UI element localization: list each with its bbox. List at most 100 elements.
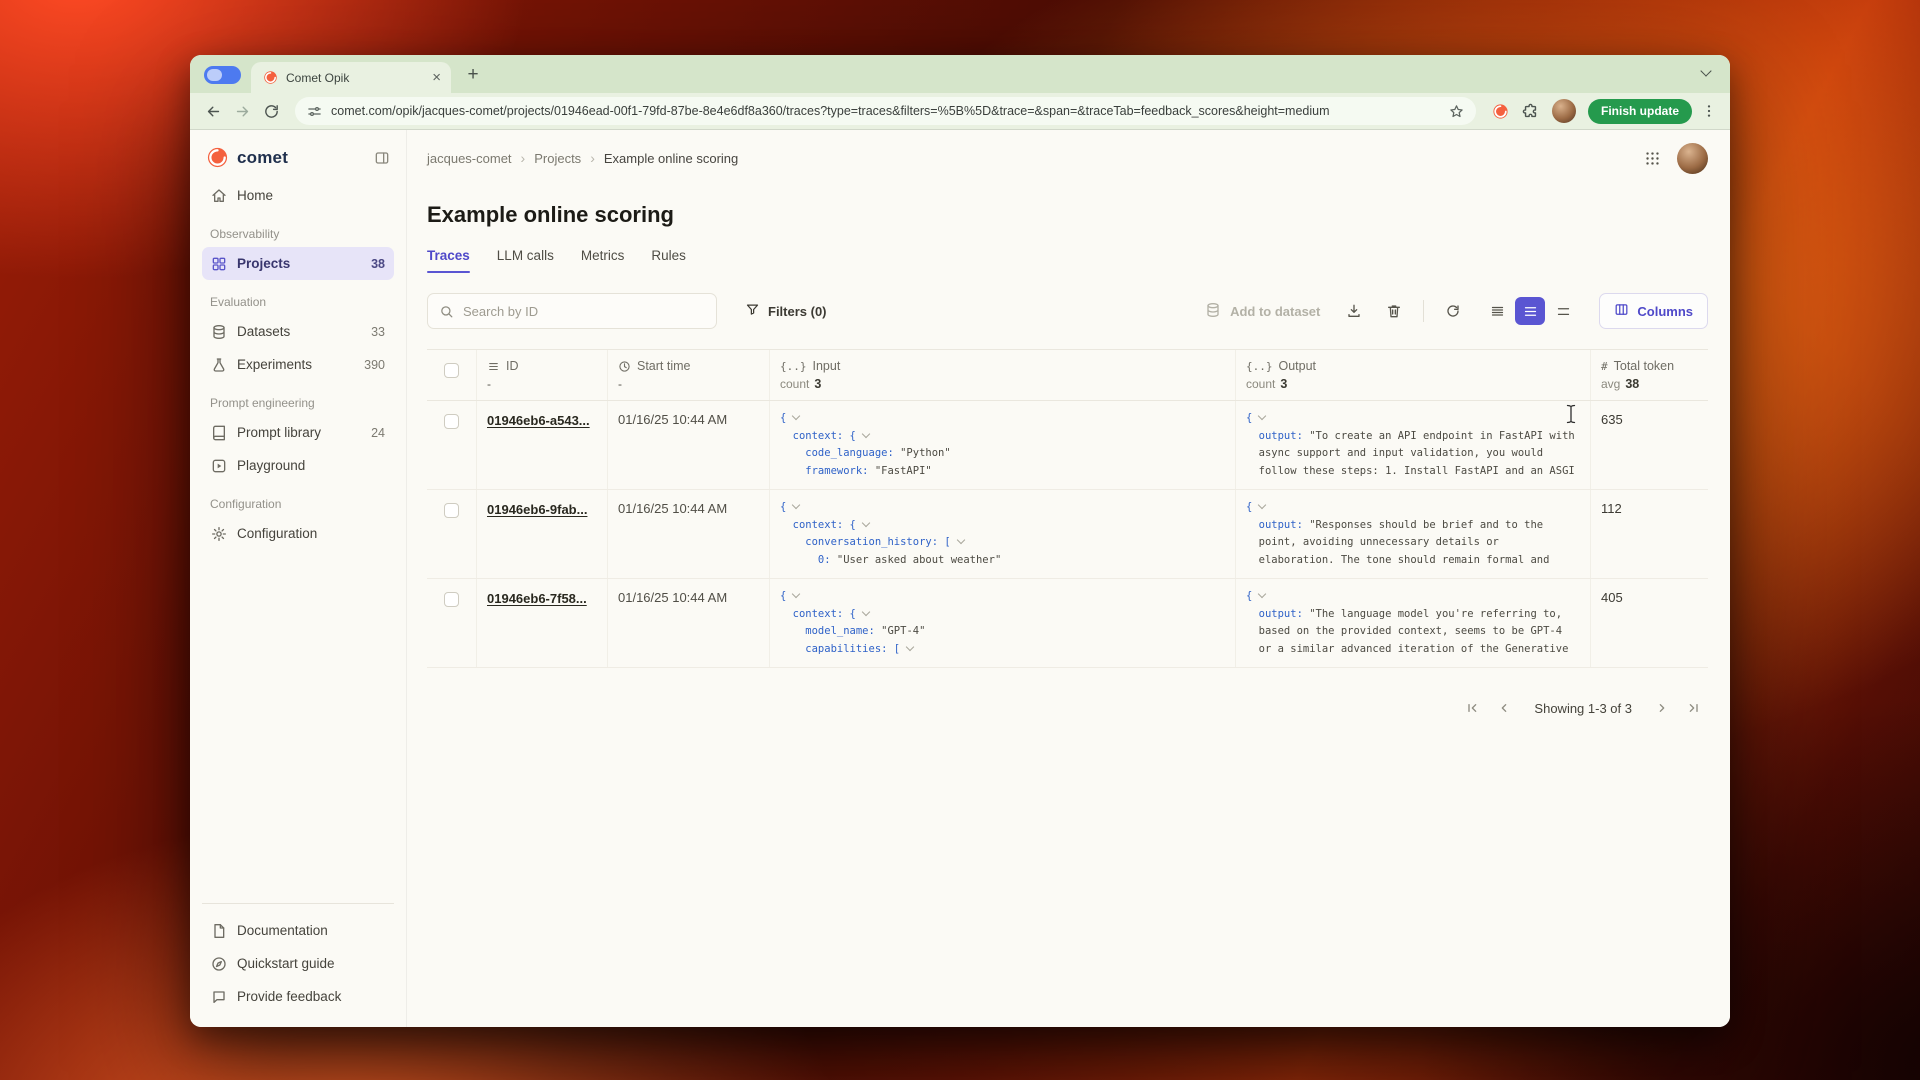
column-header-output[interactable]: {..}Output count3 bbox=[1236, 350, 1591, 400]
breadcrumb-item[interactable]: jacques-comet bbox=[427, 151, 512, 166]
browser-menu-icon[interactable] bbox=[1698, 100, 1720, 122]
trace-id-link[interactable]: 01946eb6-a543... bbox=[487, 413, 590, 428]
expand-caret-icon[interactable] bbox=[862, 607, 870, 615]
hash-icon: # bbox=[1601, 360, 1608, 373]
row-checkbox[interactable] bbox=[444, 592, 459, 607]
sidebar-item-label: Configuration bbox=[237, 526, 385, 541]
column-header-total-tokens[interactable]: #Total token avg38 bbox=[1591, 350, 1708, 400]
export-icon[interactable] bbox=[1338, 295, 1370, 327]
previous-page-icon[interactable] bbox=[1490, 694, 1518, 722]
tab-rules[interactable]: Rules bbox=[651, 248, 686, 273]
sidebar-item-label: Prompt library bbox=[237, 425, 361, 440]
expand-caret-icon[interactable] bbox=[862, 518, 870, 526]
expand-caret-icon[interactable] bbox=[956, 536, 964, 544]
breadcrumb-separator-icon: › bbox=[590, 150, 595, 166]
apps-grid-icon[interactable] bbox=[1644, 150, 1661, 167]
sidebar-item-label: Experiments bbox=[237, 357, 354, 372]
header-actions bbox=[1644, 143, 1708, 174]
desktop-wallpaper: Comet Opik × + comet.com/opik/jacques-co… bbox=[0, 0, 1920, 1080]
select-all-checkbox[interactable] bbox=[444, 363, 459, 378]
sidebar-item-label: Playground bbox=[237, 458, 385, 473]
comet-logo-icon bbox=[206, 146, 229, 169]
next-page-icon[interactable] bbox=[1648, 694, 1676, 722]
delete-icon[interactable] bbox=[1378, 295, 1410, 327]
address-bar[interactable]: comet.com/opik/jacques-comet/projects/01… bbox=[295, 97, 1476, 125]
density-small-button[interactable] bbox=[1482, 297, 1512, 325]
search-input[interactable] bbox=[463, 304, 705, 319]
user-avatar[interactable] bbox=[1677, 143, 1708, 174]
breadcrumb-item[interactable]: Example online scoring bbox=[604, 151, 738, 166]
browser-tab-strip: Comet Opik × + bbox=[190, 55, 1730, 93]
tab-close-icon[interactable]: × bbox=[432, 70, 441, 85]
browser-profile-avatar[interactable] bbox=[1552, 99, 1576, 123]
expand-caret-icon[interactable] bbox=[1258, 590, 1266, 598]
input-json: { context: { model_name: "GPT-4" capabil… bbox=[780, 588, 1225, 658]
column-header-input[interactable]: {..}Input count3 bbox=[770, 350, 1236, 400]
add-to-dataset-label: Add to dataset bbox=[1230, 304, 1320, 319]
expand-caret-icon[interactable] bbox=[906, 642, 914, 650]
browser-tab[interactable]: Comet Opik × bbox=[251, 62, 451, 93]
expand-caret-icon[interactable] bbox=[792, 590, 800, 598]
first-page-icon[interactable] bbox=[1458, 694, 1486, 722]
last-page-icon[interactable] bbox=[1680, 694, 1708, 722]
start-time-cell: 01/16/25 10:44 AM bbox=[608, 579, 770, 667]
expand-caret-icon[interactable] bbox=[1258, 412, 1266, 420]
tab-metrics[interactable]: Metrics bbox=[581, 248, 625, 273]
reload-icon[interactable] bbox=[258, 98, 285, 125]
sidebar-item-documentation[interactable]: Documentation bbox=[202, 914, 394, 947]
new-tab-button[interactable]: + bbox=[459, 61, 487, 89]
sidebar-item-experiments[interactable]: Experiments390 bbox=[202, 348, 394, 381]
tab-overflow-chevron-icon[interactable] bbox=[1702, 62, 1710, 80]
sidebar-footer: DocumentationQuickstart guideProvide fee… bbox=[202, 903, 394, 1013]
expand-caret-icon[interactable] bbox=[792, 412, 800, 420]
finish-update-button[interactable]: Finish update bbox=[1588, 99, 1692, 124]
aggregate-label: avg bbox=[1601, 377, 1620, 391]
tab-traces[interactable]: Traces bbox=[427, 248, 470, 273]
page-title: Example online scoring bbox=[427, 202, 1708, 228]
row-checkbox[interactable] bbox=[444, 503, 459, 518]
database-icon bbox=[211, 324, 227, 340]
site-info-icon[interactable] bbox=[307, 104, 322, 119]
output-json: { output: "The language model you're ref… bbox=[1246, 588, 1580, 658]
main-panel: jacques-comet›Projects›Example online sc… bbox=[407, 130, 1730, 1027]
row-checkbox[interactable] bbox=[444, 414, 459, 429]
back-icon[interactable] bbox=[200, 98, 227, 125]
sidebar-item-projects[interactable]: Projects38 bbox=[202, 247, 394, 280]
extensions-puzzle-icon[interactable] bbox=[1517, 98, 1544, 125]
breadcrumb-item[interactable]: Projects bbox=[534, 151, 581, 166]
sidebar-item-home[interactable]: Home bbox=[202, 179, 394, 212]
trace-id-link[interactable]: 01946eb6-9fab... bbox=[487, 502, 587, 517]
sidebar-collapse-icon[interactable] bbox=[374, 150, 390, 166]
sidebar-item-quickstart-guide[interactable]: Quickstart guide bbox=[202, 947, 394, 980]
sidebar-item-datasets[interactable]: Datasets33 bbox=[202, 315, 394, 348]
density-large-button[interactable] bbox=[1548, 297, 1578, 325]
columns-button[interactable]: Columns bbox=[1599, 293, 1708, 329]
trace-id-link[interactable]: 01946eb6-7f58... bbox=[487, 591, 587, 606]
filters-button[interactable]: Filters (0) bbox=[731, 293, 841, 329]
table-row: 01946eb6-a543...01/16/25 10:44 AM{ conte… bbox=[427, 401, 1708, 490]
column-header-id[interactable]: ID - bbox=[477, 350, 608, 400]
tab-llm-calls[interactable]: LLM calls bbox=[497, 248, 554, 273]
comet-extension-icon[interactable] bbox=[1492, 103, 1509, 120]
sidebar-section-label: Evaluation bbox=[202, 280, 394, 315]
expand-caret-icon[interactable] bbox=[792, 501, 800, 509]
refresh-icon[interactable] bbox=[1437, 295, 1469, 327]
pagination-summary: Showing 1-3 of 3 bbox=[1534, 701, 1632, 716]
sidebar-item-provide-feedback[interactable]: Provide feedback bbox=[202, 980, 394, 1013]
column-header-start-time[interactable]: Start time - bbox=[608, 350, 770, 400]
sidebar-item-playground[interactable]: Playground bbox=[202, 449, 394, 482]
profile-chip[interactable] bbox=[204, 66, 241, 84]
sidebar-item-configuration[interactable]: Configuration bbox=[202, 517, 394, 550]
add-to-dataset-button[interactable]: Add to dataset bbox=[1195, 293, 1330, 329]
column-label: Start time bbox=[637, 359, 691, 373]
browser-toolbar: comet.com/opik/jacques-comet/projects/01… bbox=[190, 93, 1730, 130]
forward-icon[interactable] bbox=[229, 98, 256, 125]
expand-caret-icon[interactable] bbox=[1258, 501, 1266, 509]
table-header: ID - Start time - {..}Input count3 {.. bbox=[427, 349, 1708, 401]
bookmark-star-icon[interactable] bbox=[1449, 104, 1464, 119]
density-medium-button[interactable] bbox=[1515, 297, 1545, 325]
sidebar-item-prompt-library[interactable]: Prompt library24 bbox=[202, 416, 394, 449]
row-density-group bbox=[1482, 297, 1578, 325]
app-content: comet HomeObservabilityProjects38Evaluat… bbox=[190, 130, 1730, 1027]
expand-caret-icon[interactable] bbox=[862, 429, 870, 437]
